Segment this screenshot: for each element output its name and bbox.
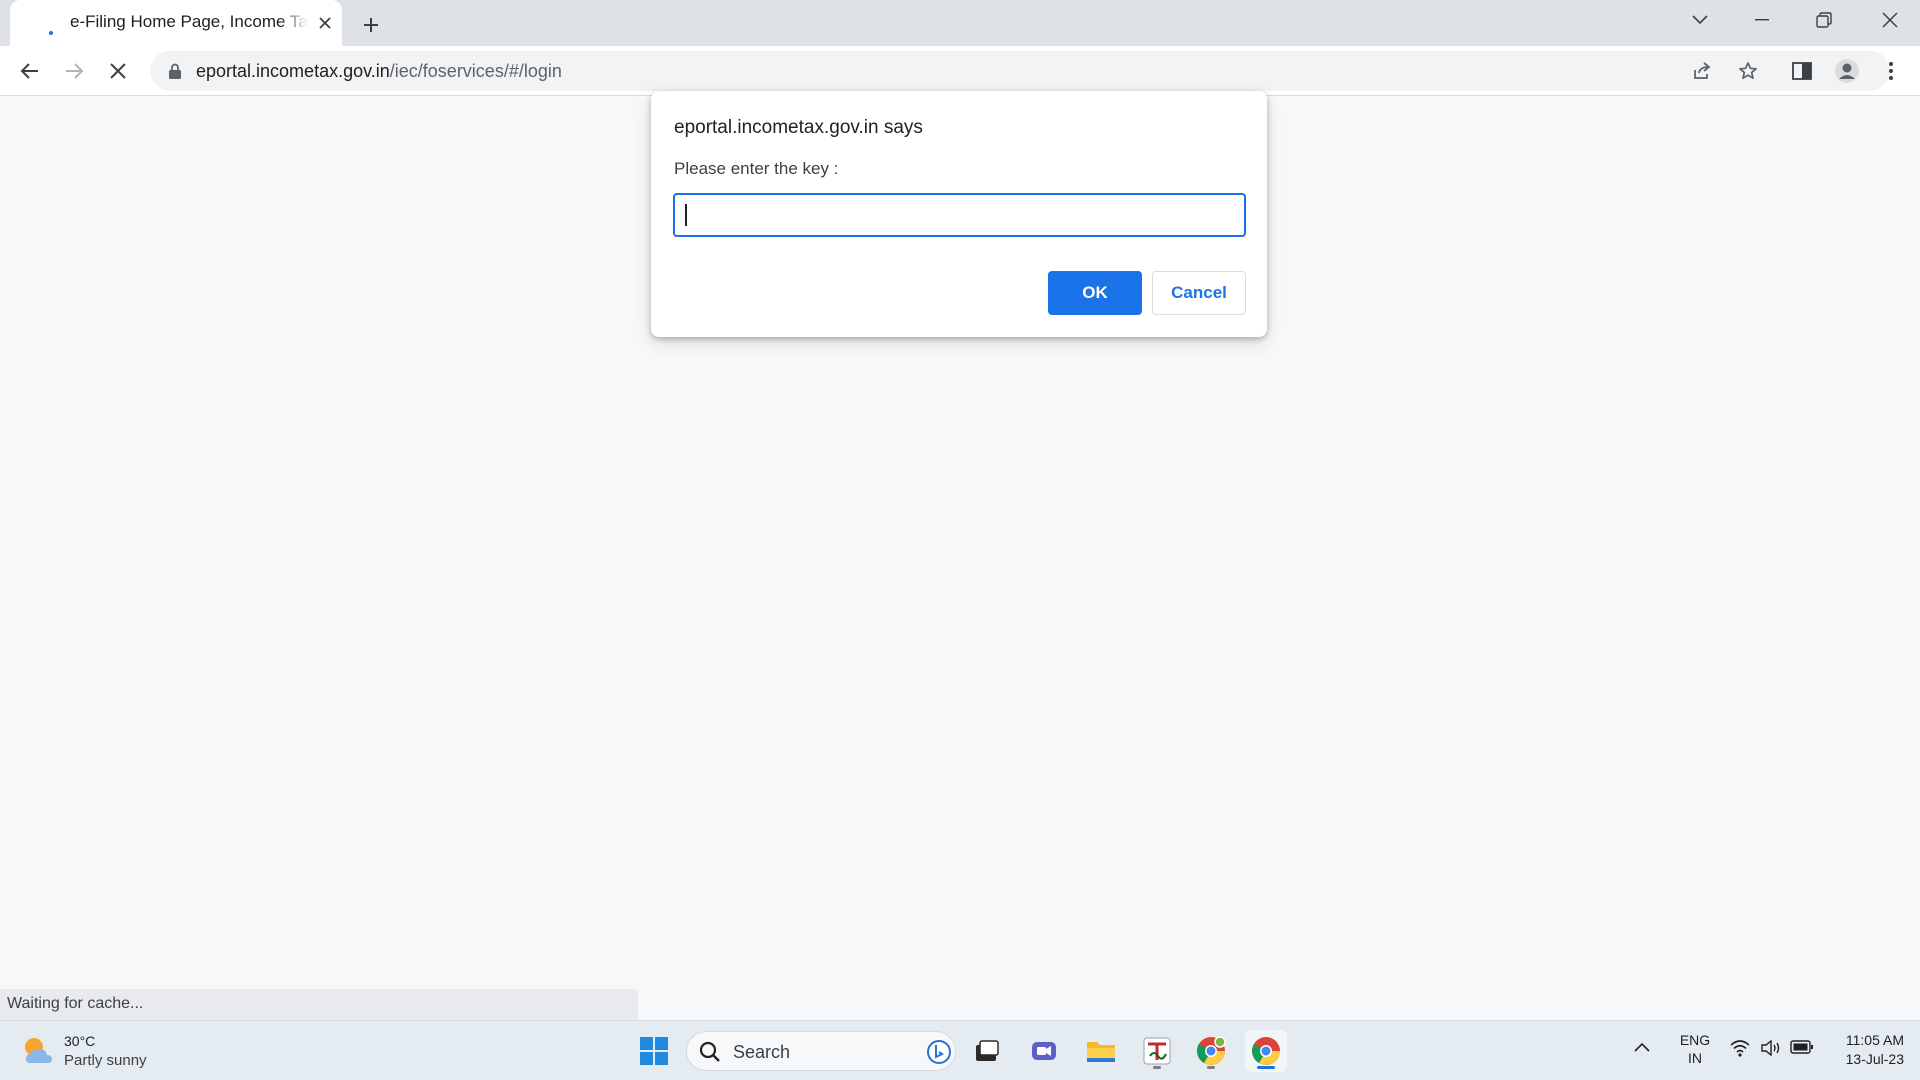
dialog-message: Please enter the key :	[674, 159, 839, 178]
running-indicator	[1207, 1066, 1215, 1069]
back-button[interactable]	[14, 55, 46, 87]
tab-search-chevron-icon[interactable]	[1670, 0, 1730, 40]
weather-temperature: 30°C	[64, 1033, 96, 1049]
input-language-indicator[interactable]: ENG IN	[1678, 1031, 1712, 1067]
lock-icon[interactable]	[166, 62, 184, 80]
address-bar[interactable]: eportal.incometax.gov.in/iec/foservices/…	[150, 51, 1890, 91]
system-clock[interactable]: 11:05 AM 13-Jul-23	[1820, 1031, 1904, 1069]
wifi-icon[interactable]	[1730, 1039, 1750, 1062]
profile-avatar-icon[interactable]	[1831, 55, 1863, 87]
forward-button[interactable]	[58, 55, 90, 87]
show-hidden-icons-chevron-icon[interactable]	[1634, 1039, 1650, 1057]
chrome-profile-icon[interactable]	[1190, 1030, 1232, 1072]
clock-time: 11:05 AM	[1845, 1032, 1904, 1048]
js-prompt-dialog: eportal.incometax.gov.in says Please ent…	[651, 91, 1267, 337]
volume-icon[interactable]	[1760, 1039, 1782, 1062]
taskbar: 30°C Partly sunny Search ENG IN 11:05 AM…	[0, 1020, 1920, 1080]
taskbar-search-box[interactable]: Search	[686, 1031, 956, 1071]
tab-strip: e-Filing Home Page, Income Tax Departmen…	[0, 0, 1920, 46]
status-bubble: Waiting for cache...	[0, 989, 638, 1020]
file-explorer-icon[interactable]	[1080, 1030, 1122, 1072]
clock-date: 13-Jul-23	[1845, 1051, 1904, 1067]
task-view-icon[interactable]	[966, 1030, 1008, 1072]
tally-app-icon[interactable]	[1136, 1030, 1178, 1072]
search-icon	[699, 1041, 721, 1068]
windows-start-icon[interactable]	[633, 1030, 675, 1072]
search-label: Search	[733, 1042, 791, 1062]
side-panel-icon[interactable]	[1786, 55, 1818, 87]
dialog-title: eportal.incometax.gov.in says	[674, 117, 923, 138]
battery-icon[interactable]	[1790, 1039, 1814, 1060]
cancel-button[interactable]: Cancel	[1152, 271, 1246, 315]
running-indicator	[1257, 1066, 1275, 1069]
text-caret	[685, 204, 687, 226]
key-input[interactable]	[673, 193, 1246, 237]
stop-loading-button[interactable]	[102, 55, 134, 87]
restore-button[interactable]	[1794, 0, 1854, 40]
menu-kebab-icon[interactable]	[1875, 55, 1907, 87]
weather-widget[interactable]: 30°C Partly sunny	[20, 1031, 200, 1071]
browser-tab[interactable]: e-Filing Home Page, Income Tax Departmen…	[10, 0, 342, 46]
loading-favicon-icon	[40, 18, 58, 36]
teams-meet-icon[interactable]	[1023, 1030, 1065, 1072]
running-indicator	[1153, 1066, 1161, 1069]
bing-chat-icon[interactable]	[927, 1040, 951, 1064]
url-text[interactable]: eportal.incometax.gov.in/iec/foservices/…	[196, 61, 562, 82]
bookmark-star-icon[interactable]	[1732, 55, 1764, 87]
chrome-icon[interactable]	[1245, 1030, 1287, 1072]
tab-close-icon[interactable]	[314, 12, 336, 34]
close-window-button[interactable]	[1860, 0, 1920, 40]
weather-description: Partly sunny	[64, 1052, 147, 1069]
share-icon[interactable]	[1686, 55, 1718, 87]
new-tab-button[interactable]	[356, 10, 386, 40]
tab-title: e-Filing Home Page, Income Tax Departmen…	[70, 12, 308, 31]
ok-button[interactable]: OK	[1048, 271, 1142, 315]
minimize-button[interactable]	[1732, 0, 1792, 40]
partly-sunny-icon	[20, 1033, 56, 1069]
browser-toolbar: eportal.incometax.gov.in/iec/foservices/…	[0, 46, 1920, 96]
